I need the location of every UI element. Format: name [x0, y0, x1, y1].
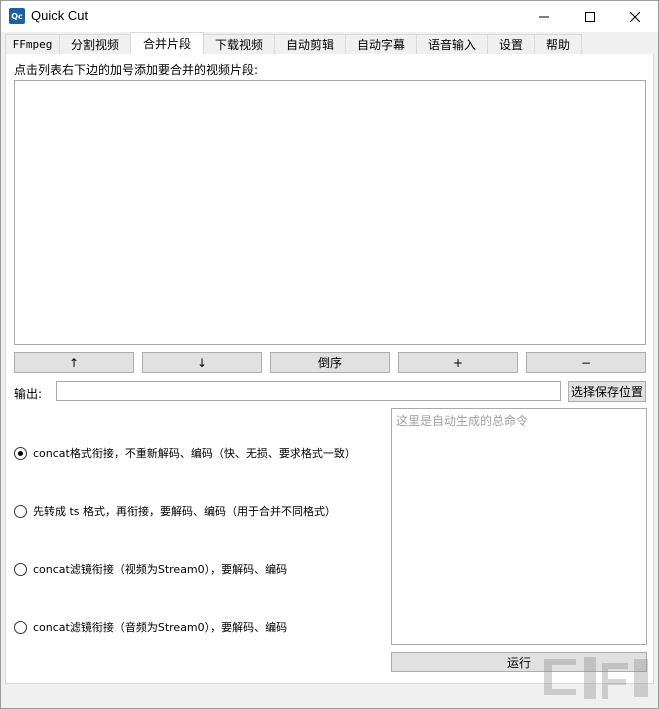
tab-auto-subtitle[interactable]: 自动字幕: [345, 34, 417, 54]
tab-bar: FFmpeg 分割视频 合并片段 下载视频 自动剪辑 自动字幕 语音输入 设置 …: [5, 32, 582, 54]
move-up-button[interactable]: ↑: [14, 352, 134, 373]
tab-merge-clips[interactable]: 合并片段: [130, 32, 204, 54]
maximize-icon: [585, 11, 595, 22]
tab-split-video[interactable]: 分割视频: [59, 34, 131, 54]
watermark-logo-icon: [544, 657, 648, 699]
remove-clip-button[interactable]: −: [526, 352, 646, 373]
close-icon: [630, 11, 640, 22]
merge-option-concat-format[interactable]: concat格式衔接，不重新解码、编码（快、无损、要求格式一致）: [14, 445, 356, 461]
output-label: 输出:: [14, 387, 43, 401]
title-bar: Qc Quick Cut: [1, 1, 658, 32]
merge-option-label: concat滤镜衔接（音频为Stream0），要解码、编码: [33, 621, 288, 634]
merge-option-filter-audio[interactable]: concat滤镜衔接（音频为Stream0），要解码、编码: [14, 619, 287, 635]
add-clip-button[interactable]: +: [398, 352, 518, 373]
tab-voice-input[interactable]: 语音输入: [416, 34, 488, 54]
close-button[interactable]: [612, 1, 658, 32]
tab-settings[interactable]: 设置: [487, 34, 535, 54]
radio-unchecked-icon[interactable]: [14, 562, 27, 576]
tab-help[interactable]: 帮助: [534, 34, 582, 54]
maximize-button[interactable]: [567, 1, 613, 32]
reverse-order-button[interactable]: 倒序: [270, 352, 390, 373]
radio-checked-icon[interactable]: [14, 446, 27, 460]
radio-unchecked-icon[interactable]: [14, 504, 27, 518]
tab-download-video[interactable]: 下载视频: [203, 34, 275, 54]
merge-option-label: 先转成 ts 格式，再衔接，要解码、编码（用于合并不同格式）: [33, 505, 337, 518]
merge-option-label: concat格式衔接，不重新解码、编码（快、无损、要求格式一致）: [33, 447, 356, 460]
clip-list[interactable]: [14, 80, 646, 345]
merge-option-label: concat滤镜衔接（视频为Stream0），要解码、编码: [33, 563, 288, 576]
radio-unchecked-icon[interactable]: [14, 620, 27, 634]
app-logo-icon: Qc: [9, 8, 25, 24]
tab-auto-edit[interactable]: 自动剪辑: [274, 34, 346, 54]
merge-panel: 点击列表右下边的加号添加要合并的视频片段: ↑ ↓ 倒序 + − 输出: 选择保…: [5, 54, 654, 684]
app-window: Qc Quick Cut FFmpeg 分割视频 合并片段 下载视频 自动剪辑 …: [0, 0, 659, 709]
move-down-button[interactable]: ↓: [142, 352, 262, 373]
merge-option-filter-video[interactable]: concat滤镜衔接（视频为Stream0），要解码、编码: [14, 561, 287, 577]
output-path-input[interactable]: [56, 381, 561, 401]
window-title: Quick Cut: [31, 8, 89, 23]
minimize-icon: [539, 16, 549, 17]
command-preview-textarea[interactable]: 这里是自动生成的总命令: [391, 408, 647, 645]
choose-save-location-button[interactable]: 选择保存位置: [568, 381, 646, 402]
minimize-button[interactable]: [521, 1, 567, 32]
merge-option-ts-convert[interactable]: 先转成 ts 格式，再衔接，要解码、编码（用于合并不同格式）: [14, 503, 336, 519]
instruction-label: 点击列表右下边的加号添加要合并的视频片段:: [14, 63, 259, 77]
tab-ffmpeg[interactable]: FFmpeg: [5, 34, 60, 54]
